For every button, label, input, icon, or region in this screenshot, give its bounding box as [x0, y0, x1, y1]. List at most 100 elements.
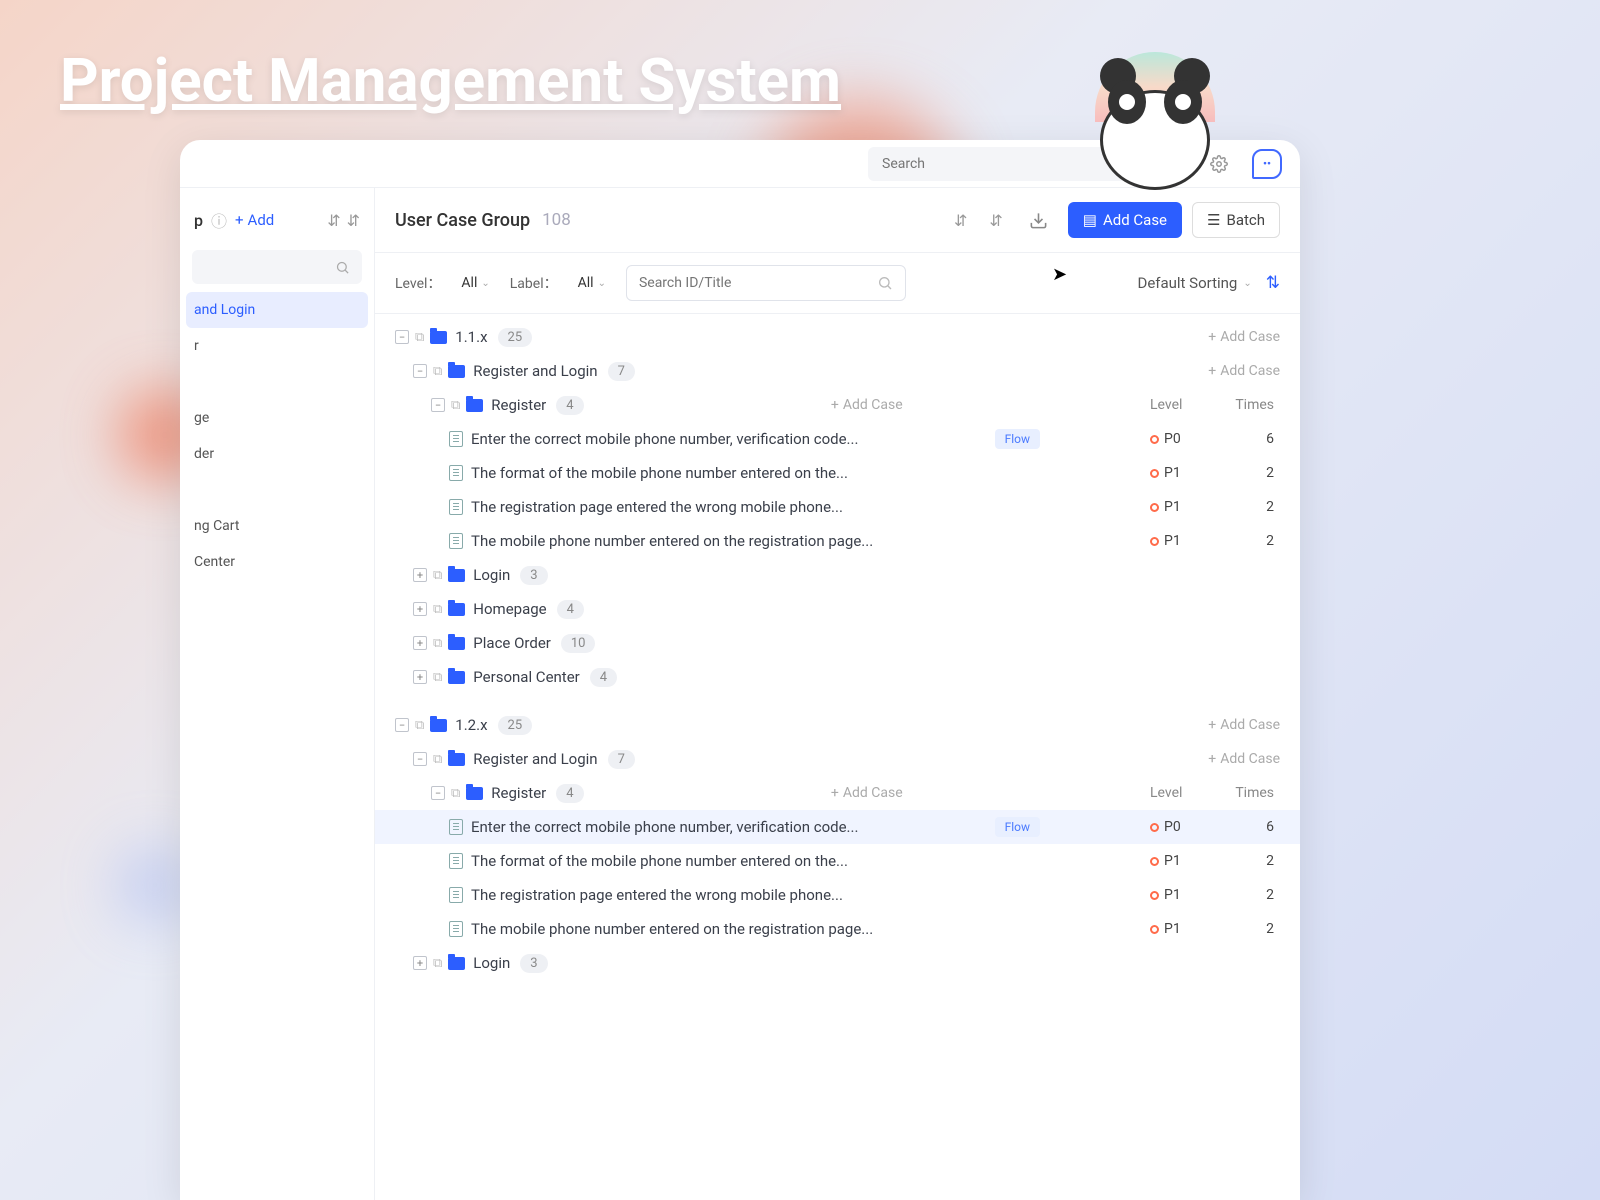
times-header: Times — [1220, 785, 1280, 801]
download-icon[interactable] — [1019, 211, 1058, 230]
tree-row[interactable]: Enter the correct mobile phone number, v… — [375, 422, 1300, 456]
add-case-link[interactable]: +Add Case — [1208, 751, 1280, 767]
sort-dropdown[interactable]: Default Sorting⌄ ⇅ — [1137, 273, 1280, 293]
link-icon: ⧉ — [415, 330, 424, 345]
priority-level: P1 — [1150, 921, 1220, 937]
sidebar-item[interactable] — [180, 364, 374, 400]
tree-row[interactable]: −⧉Register and Login7+Add Case — [375, 354, 1300, 388]
sidebar-item[interactable]: Center — [180, 544, 374, 580]
times-value: 6 — [1220, 431, 1280, 447]
tree-row[interactable]: +⧉Personal Center4 — [375, 660, 1300, 694]
sidebar-item[interactable]: der — [180, 436, 374, 472]
collapse-toggle[interactable]: − — [413, 752, 427, 766]
folder-name: Register — [491, 784, 546, 802]
folder-name: Homepage — [473, 600, 546, 618]
add-case-link[interactable]: +Add Case — [831, 785, 903, 801]
search-id-input[interactable] — [626, 265, 906, 301]
sidebar-item[interactable]: r — [180, 328, 374, 364]
sidebar-item[interactable] — [180, 472, 374, 508]
tree-row[interactable]: The mobile phone number entered on the r… — [375, 912, 1300, 946]
sidebar-group-title: p — [194, 211, 203, 230]
folder-icon — [448, 753, 465, 766]
expand-icon[interactable]: ⇵ — [347, 211, 360, 230]
plus-doc-icon: ▤ — [1083, 211, 1097, 229]
count-pill: 25 — [498, 328, 533, 347]
folder-icon — [448, 671, 465, 684]
main-title: User Case Group — [395, 210, 530, 231]
add-case-link[interactable]: +Add Case — [1208, 717, 1280, 733]
sort-icon[interactable]: ⇅ — [1266, 273, 1280, 293]
add-case-link[interactable]: +Add Case — [1208, 329, 1280, 345]
tree-row[interactable]: +⧉Homepage4 — [375, 592, 1300, 626]
collapse-toggle[interactable]: − — [431, 398, 445, 412]
sidebar-search[interactable] — [192, 250, 362, 284]
add-case-link[interactable]: +Add Case — [831, 397, 903, 413]
folder-name: Register and Login — [473, 750, 597, 768]
help-icon[interactable]: ⓘ — [211, 208, 227, 232]
doc-icon — [449, 499, 463, 515]
expand-toggle[interactable]: + — [413, 636, 427, 650]
tree-row[interactable]: −⧉Register4+Add CaseLevelTimes — [375, 388, 1300, 422]
main-panel: User Case Group 108 ⇵ ⇵ ▤ Add Case ☰ Bat… — [375, 188, 1300, 1200]
chat-icon[interactable]: •• — [1252, 149, 1282, 179]
tree-row[interactable]: The format of the mobile phone number en… — [375, 456, 1300, 490]
times-value: 2 — [1220, 853, 1280, 869]
folder-name: Personal Center — [473, 668, 579, 686]
folder-icon — [430, 331, 447, 344]
collapse-icon[interactable]: ⇵ — [327, 211, 340, 230]
expand-all-icon[interactable]: ⇵ — [983, 205, 1008, 236]
link-icon: ⧉ — [433, 636, 442, 651]
case-tree: −⧉1.1.x25+Add Case−⧉Register and Login7+… — [375, 314, 1300, 986]
tree-row[interactable]: Enter the correct mobile phone number, v… — [375, 810, 1300, 844]
count-pill: 4 — [557, 600, 584, 619]
doc-icon — [449, 819, 463, 835]
doc-icon — [449, 921, 463, 937]
tree-row[interactable]: +⧉Place Order10 — [375, 626, 1300, 660]
expand-toggle[interactable]: + — [413, 670, 427, 684]
tree-row[interactable]: −⧉1.2.x25+Add Case — [375, 708, 1300, 742]
doc-icon — [449, 465, 463, 481]
tree-row[interactable]: The registration page entered the wrong … — [375, 878, 1300, 912]
collapse-toggle[interactable]: − — [431, 786, 445, 800]
collapse-all-icon[interactable]: ⇵ — [948, 205, 973, 236]
sidebar-item[interactable]: ge — [180, 400, 374, 436]
chevron-down-icon: ⌄ — [1243, 278, 1251, 289]
case-title: The mobile phone number entered on the r… — [471, 920, 873, 938]
tree-row[interactable]: The format of the mobile phone number en… — [375, 844, 1300, 878]
folder-icon — [448, 637, 465, 650]
tree-row[interactable]: +⧉Login3 — [375, 946, 1300, 980]
add-case-button[interactable]: ▤ Add Case — [1068, 202, 1182, 238]
tree-row[interactable]: −⧉Register and Login7+Add Case — [375, 742, 1300, 776]
chevron-down-icon: ⌄ — [481, 278, 489, 289]
priority-level: P0 — [1150, 431, 1220, 447]
tree-row[interactable]: −⧉ 1.1.x 25 +Add Case — [375, 320, 1300, 354]
add-case-link[interactable]: +Add Case — [1208, 363, 1280, 379]
tree-row[interactable]: The registration page entered the wrong … — [375, 490, 1300, 524]
mascot-panda — [1080, 40, 1230, 190]
case-count: 108 — [542, 210, 571, 230]
folder-icon — [448, 603, 465, 616]
tree-row[interactable]: −⧉Register4+Add CaseLevelTimes — [375, 776, 1300, 810]
collapse-toggle[interactable]: − — [413, 364, 427, 378]
level-filter-dropdown[interactable]: All⌄ — [461, 275, 489, 291]
count-pill: 7 — [608, 362, 635, 381]
sidebar-item[interactable]: and Login — [186, 292, 368, 328]
batch-button[interactable]: ☰ Batch — [1192, 202, 1280, 238]
label-filter-dropdown[interactable]: All⌄ — [578, 275, 606, 291]
collapse-toggle[interactable]: − — [395, 330, 409, 344]
folder-name: Register — [491, 396, 546, 414]
expand-toggle[interactable]: + — [413, 956, 427, 970]
collapse-toggle[interactable]: − — [395, 718, 409, 732]
sidebar-item[interactable]: ng Cart — [180, 508, 374, 544]
global-search-input[interactable] — [882, 156, 1108, 172]
tree-row[interactable]: The mobile phone number entered on the r… — [375, 524, 1300, 558]
add-group-button[interactable]: +Add — [235, 211, 274, 229]
times-value: 2 — [1220, 533, 1280, 549]
count-pill: 4 — [556, 396, 583, 415]
expand-toggle[interactable]: + — [413, 568, 427, 582]
group-name: 1.1.x — [455, 328, 487, 346]
tree-row[interactable]: +⧉Login3 — [375, 558, 1300, 592]
case-title: The format of the mobile phone number en… — [471, 852, 848, 870]
expand-toggle[interactable]: + — [413, 602, 427, 616]
doc-icon — [449, 887, 463, 903]
